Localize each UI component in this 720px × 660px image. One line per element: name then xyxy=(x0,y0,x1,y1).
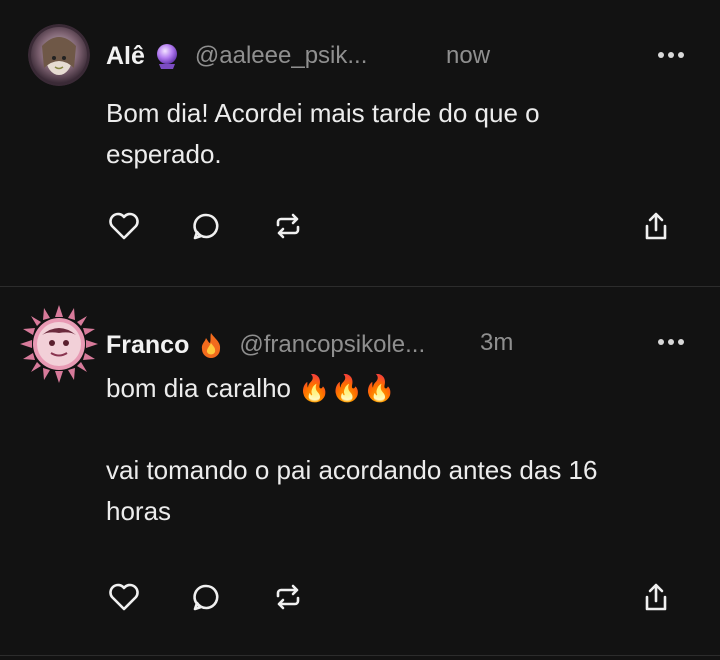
comment-bubble-icon xyxy=(193,584,219,611)
author-name[interactable]: Franco xyxy=(106,331,189,360)
post-text-line: bom dia caralho 🔥🔥🔥 xyxy=(106,368,686,409)
post-text: Bom dia! Acordei mais tarde do que o esp… xyxy=(106,93,686,175)
post-header: Franco @francopsikole... xyxy=(106,325,425,365)
repost-icon xyxy=(276,584,300,610)
share-icon xyxy=(645,212,667,240)
post-text-segment: bom dia caralho xyxy=(106,373,291,403)
avatar[interactable] xyxy=(20,305,98,383)
fire-emoji: 🔥🔥🔥 xyxy=(298,373,396,403)
avatar-image xyxy=(28,24,90,86)
post-actions xyxy=(0,206,720,246)
share-icon xyxy=(645,583,667,611)
heart-icon xyxy=(109,212,139,240)
like-button[interactable] xyxy=(104,206,144,246)
share-button[interactable] xyxy=(636,206,676,246)
like-button[interactable] xyxy=(104,577,144,617)
divider xyxy=(0,655,720,656)
repost-icon xyxy=(276,213,300,239)
crystal-ball-icon xyxy=(153,42,181,70)
more-options-icon[interactable] xyxy=(656,335,686,347)
avatar[interactable] xyxy=(28,24,90,86)
post-time: now xyxy=(446,42,491,69)
post-text-line: esperado. xyxy=(106,139,222,169)
post-time: 3m xyxy=(480,329,514,356)
reply-button[interactable] xyxy=(186,577,226,617)
repost-button[interactable] xyxy=(268,577,308,617)
heart-icon xyxy=(109,583,139,611)
post-header: Alê @aaleee_psik... xyxy=(106,36,367,76)
post-actions xyxy=(0,577,720,617)
fire-icon xyxy=(197,331,225,359)
comment-bubble-icon xyxy=(193,213,219,240)
post-text-line: vai tomando o pai acordando antes das 16 xyxy=(106,455,598,485)
author-handle[interactable]: @aaleee_psik... xyxy=(195,42,367,70)
post-text: bom dia caralho 🔥🔥🔥 vai tomando o pai ac… xyxy=(106,368,686,532)
post-text-line: Bom dia! Acordei mais tarde do que o xyxy=(106,98,540,128)
post-item[interactable]: Franco @francopsikole... 3m bom dia cara… xyxy=(0,287,720,660)
post-item[interactable]: Alê @aaleee_psik... now Bom dia! Acordei… xyxy=(0,0,720,287)
author-handle[interactable]: @francopsikole... xyxy=(239,331,425,359)
more-options-icon[interactable] xyxy=(656,48,686,60)
avatar-image xyxy=(20,305,98,383)
author-name[interactable]: Alê xyxy=(106,42,145,71)
post-text-line: horas xyxy=(106,496,172,526)
share-button[interactable] xyxy=(636,577,676,617)
reply-button[interactable] xyxy=(186,206,226,246)
repost-button[interactable] xyxy=(268,206,308,246)
